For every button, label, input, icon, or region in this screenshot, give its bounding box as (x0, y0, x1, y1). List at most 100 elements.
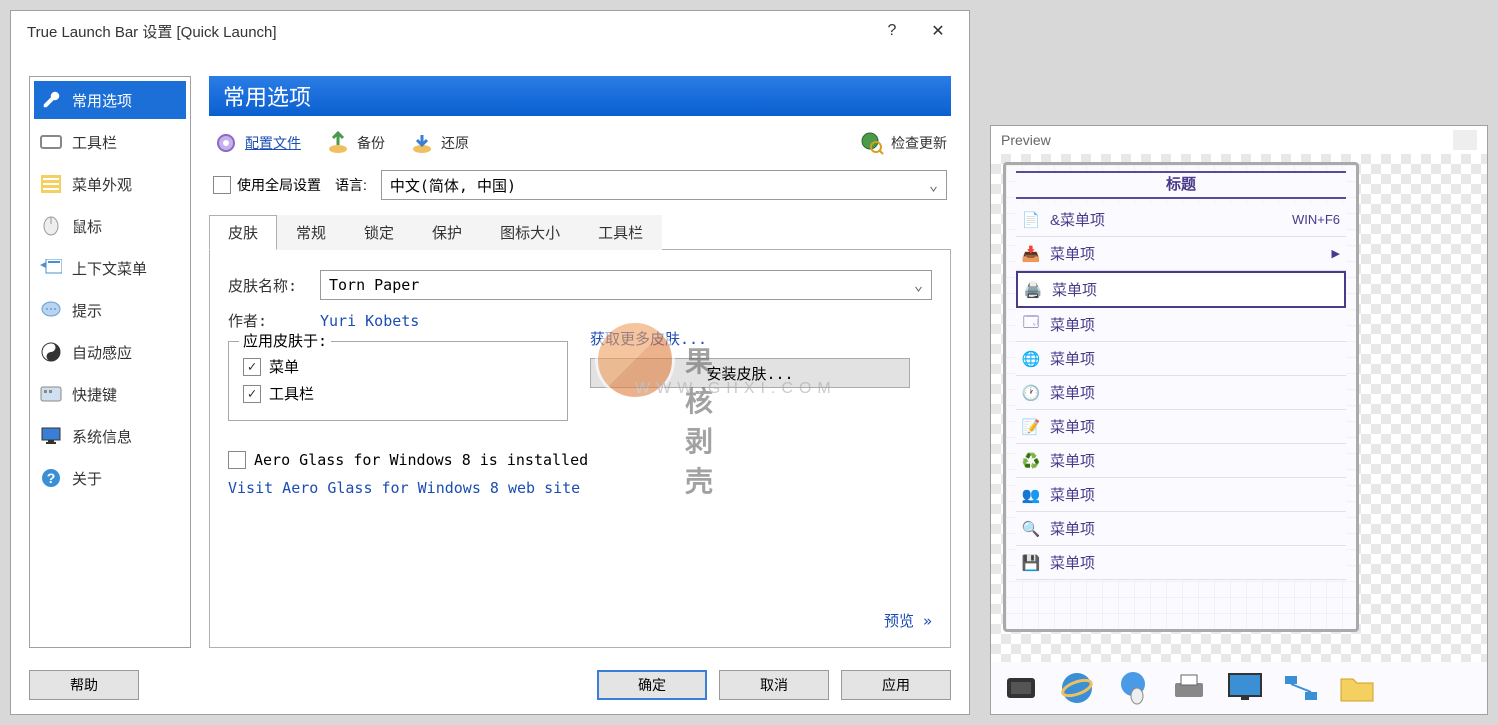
menu-item[interactable]: 👥 菜单项 (1016, 478, 1346, 512)
apply-toolbar-checkbox[interactable]: 工具栏 (243, 383, 553, 404)
context-icon (40, 257, 62, 279)
skin-name-select[interactable]: Torn Paper ⌄ (320, 270, 932, 300)
sidebar-item-general[interactable]: 常用选项 (34, 81, 186, 119)
sidebar-item-toolbar[interactable]: 工具栏 (34, 123, 186, 161)
sidebar-item-system-info[interactable]: 系统信息 (34, 417, 186, 455)
aero-glass-checkbox[interactable]: Aero Glass for Windows 8 is installed (228, 451, 932, 469)
tabs: 皮肤 常规 锁定 保护 图标大小 工具栏 (209, 214, 951, 250)
tab-content-skin: 皮肤名称: Torn Paper ⌄ 作者: Yuri Kobets 应用皮肤于… (209, 250, 951, 648)
sidebar-item-about[interactable]: ? 关于 (34, 459, 186, 497)
svg-text:?: ? (47, 470, 56, 486)
sidebar: 常用选项 工具栏 菜单外观 鼠标 (29, 76, 191, 648)
settings-dialog: True Launch Bar 设置 [Quick Launch] ? ✕ 常用… (10, 10, 970, 715)
restore-icon (409, 130, 435, 156)
skin-preview-menu: 标题 📄 &菜单项 WIN+F6 📥 菜单项 ▶ 🖨️ 菜单项 🗔 菜单项 🌐 (1003, 162, 1359, 632)
preview-link[interactable]: 预览 » (884, 610, 932, 631)
check-update-button[interactable]: 检查更新 (859, 130, 947, 156)
fieldset-legend: 应用皮肤于: (239, 330, 331, 351)
tab-protect[interactable]: 保护 (413, 215, 481, 250)
tab-general[interactable]: 常规 (277, 215, 345, 250)
preview-title-text: Preview (1001, 132, 1051, 148)
preview-titlebar: Preview (991, 126, 1487, 154)
menu-item[interactable]: 🔍 菜单项 (1016, 512, 1346, 546)
sidebar-label: 上下文菜单 (72, 258, 147, 279)
toolbar: 配置文件 备份 还原 (209, 116, 951, 164)
sidebar-label: 自动感应 (72, 342, 132, 363)
sidebar-label: 鼠标 (72, 216, 102, 237)
menu-item[interactable]: ♻️ 菜单项 (1016, 444, 1346, 478)
preview-close-button[interactable] (1453, 130, 1477, 150)
sidebar-item-auto-sensor[interactable]: 自动感应 (34, 333, 186, 371)
tab-skin[interactable]: 皮肤 (209, 215, 277, 250)
menu-item[interactable]: 💾 菜单项 (1016, 546, 1346, 580)
sidebar-item-mouse[interactable]: 鼠标 (34, 207, 186, 245)
main-panel: 常用选项 配置文件 备份 (209, 76, 951, 648)
menu-item[interactable]: 🕐 菜单项 (1016, 376, 1346, 410)
drive-icon: 💾 (1022, 554, 1040, 572)
menu-item[interactable]: 📥 菜单项 ▶ (1016, 237, 1346, 271)
restore-button[interactable]: 还原 (409, 130, 469, 156)
tab-icon-size[interactable]: 图标大小 (481, 215, 579, 250)
globe-mouse-icon[interactable] (1113, 668, 1153, 708)
apply-button[interactable]: 应用 (841, 670, 951, 700)
tab-toolbar[interactable]: 工具栏 (579, 215, 662, 250)
list-icon (40, 173, 62, 195)
button-bar: 帮助 确定 取消 应用 (11, 658, 969, 714)
menu-item[interactable]: 🌐 菜单项 (1016, 342, 1346, 376)
clock-icon: 🕐 (1022, 384, 1040, 402)
globe-search-icon (859, 130, 885, 156)
folder-icon[interactable] (1337, 668, 1377, 708)
language-label: 语言: (335, 175, 367, 195)
printer-icon: 🖨️ (1024, 281, 1042, 299)
network-icon[interactable] (1281, 668, 1321, 708)
window-icon: 🗔 (1022, 316, 1040, 334)
menu-item[interactable]: 📄 &菜单项 WIN+F6 (1016, 203, 1346, 237)
chevron-down-icon: ⌄ (914, 276, 923, 294)
close-button[interactable]: ✕ (915, 15, 961, 47)
author-link[interactable]: Yuri Kobets (320, 312, 419, 330)
cancel-button[interactable]: 取消 (719, 670, 829, 700)
apply-menu-checkbox[interactable]: 菜单 (243, 356, 553, 377)
keyboard-icon (40, 383, 62, 405)
author-label: 作者: (228, 310, 308, 331)
config-files-button[interactable]: 配置文件 (213, 130, 301, 156)
sidebar-label: 常用选项 (72, 90, 132, 111)
bubble-icon (40, 299, 62, 321)
menu-item[interactable]: 🗔 菜单项 (1016, 308, 1346, 342)
tab-lock[interactable]: 锁定 (345, 215, 413, 250)
sidebar-item-context-menu[interactable]: 上下文菜单 (34, 249, 186, 287)
sidebar-item-tooltip[interactable]: 提示 (34, 291, 186, 329)
rect-icon (40, 131, 62, 153)
sidebar-label: 提示 (72, 300, 102, 321)
sidebar-label: 系统信息 (72, 426, 132, 447)
mouse-icon (40, 215, 62, 237)
ok-button[interactable]: 确定 (597, 670, 707, 700)
printer-icon[interactable] (1169, 668, 1209, 708)
aero-glass-link[interactable]: Visit Aero Glass for Windows 8 web site (228, 479, 932, 497)
menu-item-selected[interactable]: 🖨️ 菜单项 (1016, 271, 1346, 308)
sidebar-item-hotkeys[interactable]: 快捷键 (34, 375, 186, 413)
sidebar-label: 快捷键 (72, 384, 117, 405)
panel-heading: 常用选项 (209, 76, 951, 116)
more-skins-link[interactable]: 获取更多皮肤... (590, 328, 707, 349)
ie-icon[interactable] (1057, 668, 1097, 708)
install-skin-button[interactable]: 安装皮肤... (590, 358, 910, 388)
monitor-icon (40, 425, 62, 447)
sidebar-label: 工具栏 (72, 132, 117, 153)
menu-item[interactable]: 📝 菜单项 (1016, 410, 1346, 444)
sidebar-label: 关于 (72, 468, 102, 489)
yinyang-icon (40, 341, 62, 363)
use-global-checkbox[interactable]: 使用全局设置 (213, 175, 321, 195)
help-button[interactable]: ? (869, 15, 915, 47)
people-icon: 👥 (1022, 486, 1040, 504)
sidebar-item-menu-appearance[interactable]: 菜单外观 (34, 165, 186, 203)
backup-icon (325, 130, 351, 156)
monitor-icon[interactable] (1225, 668, 1265, 708)
preview-window: Preview 标题 📄 &菜单项 WIN+F6 📥 菜单项 ▶ 🖨️ 菜单项 … (990, 125, 1488, 715)
submenu-arrow-icon: ▶ (1332, 247, 1340, 260)
preview-taskbar (991, 662, 1487, 714)
chip-icon[interactable] (1001, 668, 1041, 708)
language-select[interactable]: 中文(简体, 中国) ⌄ (381, 170, 947, 200)
help-button[interactable]: 帮助 (29, 670, 139, 700)
backup-button[interactable]: 备份 (325, 130, 385, 156)
